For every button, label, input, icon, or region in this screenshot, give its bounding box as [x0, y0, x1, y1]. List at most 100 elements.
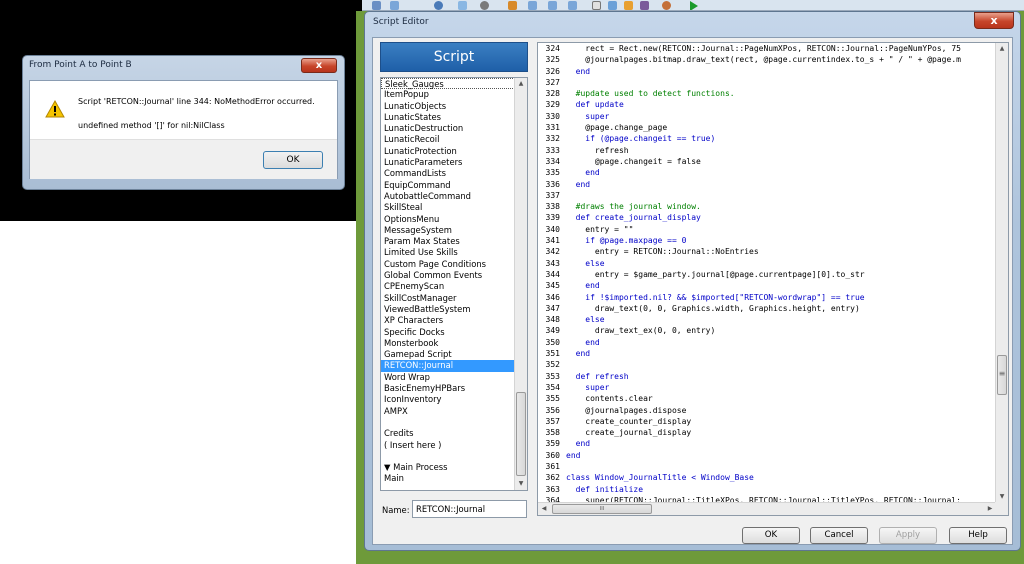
- circle-icon[interactable]: [434, 1, 443, 10]
- script-list-item[interactable]: LunaticRecoil: [381, 134, 515, 145]
- script-list-item[interactable]: SkillSteal: [381, 202, 515, 213]
- script-list-item[interactable]: LunaticParameters: [381, 157, 515, 168]
- script-list[interactable]: Sleek_Gauges ItemPopup LunaticObjects Lunat…: [380, 77, 528, 491]
- script-list-item[interactable]: [381, 417, 515, 428]
- code-line: 340 entry = "": [538, 224, 996, 235]
- script-list-scroll-thumb[interactable]: [516, 392, 526, 476]
- code-vertical-scrollbar[interactable]: ▲ ≡ ▼: [995, 43, 1008, 503]
- sound-test-icon[interactable]: [640, 1, 649, 10]
- script-list-item[interactable]: AMPX: [381, 406, 515, 417]
- script-list-item[interactable]: LunaticDestruction: [381, 123, 515, 134]
- save-icon[interactable]: [372, 1, 381, 10]
- playtest-icon[interactable]: [690, 1, 698, 10]
- apply-button[interactable]: Apply: [879, 527, 937, 544]
- line-number: 325: [545, 55, 560, 65]
- script-list-item[interactable]: Gamepad Script: [381, 349, 515, 360]
- script-list-item[interactable]: LunaticProtection: [381, 146, 515, 157]
- error-dialog-close-button[interactable]: x: [301, 58, 337, 73]
- warning-icon: [45, 100, 65, 118]
- code-line: 350 end: [538, 337, 996, 348]
- script-list-item[interactable]: MessageSystem: [381, 225, 515, 236]
- line-number: 362: [545, 473, 560, 483]
- code-scroll-left-arrow-icon[interactable]: ◀: [538, 503, 550, 515]
- pen-icon[interactable]: [458, 1, 467, 10]
- script-list-item[interactable]: CommandLists: [381, 168, 515, 179]
- code-line: 354 super: [538, 382, 996, 393]
- script-list-item[interactable]: EquipCommand: [381, 180, 515, 191]
- line-number: 332: [545, 134, 560, 144]
- script-list-item[interactable]: IconInventory: [381, 394, 515, 405]
- script-list-scrollbar[interactable]: ▲ ▼: [514, 78, 527, 490]
- script-editor-close-button[interactable]: x: [974, 12, 1014, 29]
- code-line: 335 end: [538, 167, 996, 178]
- code-text: def create_journal_display: [566, 213, 701, 223]
- script-list-item[interactable]: LunaticObjects: [381, 101, 515, 112]
- script-list-item[interactable]: Monsterbook: [381, 338, 515, 349]
- script-list-item[interactable]: ( Insert here ): [381, 440, 515, 451]
- code-text: if @page.maxpage == 0: [566, 236, 687, 246]
- script-list-item[interactable]: XP Characters: [381, 315, 515, 326]
- script-list-item[interactable]: ▼ Main Process: [381, 462, 515, 473]
- zoom-icon[interactable]: [508, 1, 517, 10]
- code-text: contents.clear: [566, 394, 653, 404]
- scroll-down-arrow-icon[interactable]: ▼: [515, 478, 527, 490]
- script-list-item[interactable]: Specific Docks: [381, 327, 515, 338]
- help-button[interactable]: Help: [949, 527, 1007, 544]
- code-line: 359 end: [538, 438, 996, 449]
- error-dialog-button-area: OK: [30, 139, 337, 179]
- code-text: else: [566, 258, 605, 268]
- script-list-item[interactable]: ViewedBattleSystem: [381, 304, 515, 315]
- fill-icon[interactable]: [480, 1, 489, 10]
- script-list-item[interactable]: Param Max States: [381, 236, 515, 247]
- script-list-item[interactable]: Sleek_Gauges: [381, 78, 515, 90]
- zoom-quarter-icon[interactable]: [548, 1, 557, 10]
- script-list-item[interactable]: Custom Page Conditions: [381, 259, 515, 270]
- line-number: 354: [545, 382, 560, 392]
- character-icon[interactable]: [662, 1, 671, 10]
- code-line: 342 entry = RETCON::Journal::NoEntries: [538, 246, 996, 257]
- line-number: 358: [545, 428, 560, 438]
- code-horizontal-scrollbar[interactable]: ◀ III ▶: [538, 502, 996, 515]
- code-text: else: [566, 315, 605, 325]
- script-list-item[interactable]: RETCON::Journal: [381, 360, 515, 372]
- code-vertical-scroll-thumb[interactable]: ≡: [997, 355, 1007, 395]
- script-list-item[interactable]: OptionsMenu: [381, 214, 515, 225]
- script-list-item[interactable]: ItemPopup: [381, 89, 515, 100]
- script-editor-icon[interactable]: [624, 1, 633, 10]
- name-label: Name:: [382, 505, 410, 515]
- code-text: #draws the journal window.: [566, 202, 701, 212]
- script-list-item[interactable]: Global Common Events: [381, 270, 515, 281]
- script-list-item[interactable]: Word Wrap: [381, 372, 515, 383]
- resource-icon[interactable]: [608, 1, 617, 10]
- script-list-item[interactable]: SkillCostManager: [381, 293, 515, 304]
- layer-icon[interactable]: [390, 1, 399, 10]
- ok-button[interactable]: OK: [742, 527, 800, 544]
- code-line: 325 @journalpages.bitmap.draw_text(rect,…: [538, 54, 996, 65]
- code-line: 353 def refresh: [538, 371, 996, 382]
- code-text: refresh: [566, 145, 629, 155]
- script-list-item[interactable]: Main: [381, 473, 515, 484]
- code-editor[interactable]: 324 rect = Rect.new(RETCON::Journal::Pag…: [537, 42, 1009, 516]
- code-scroll-up-arrow-icon[interactable]: ▲: [996, 43, 1008, 55]
- zoom-eighth-icon[interactable]: [568, 1, 577, 10]
- script-name-input[interactable]: RETCON::Journal: [412, 500, 527, 518]
- cancel-button[interactable]: Cancel: [810, 527, 868, 544]
- script-list-item[interactable]: Limited Use Skills: [381, 247, 515, 258]
- zoom-half-icon[interactable]: [528, 1, 537, 10]
- line-number: 341: [545, 236, 560, 246]
- script-list-item[interactable]: LunaticStates: [381, 112, 515, 123]
- code-horizontal-scroll-thumb[interactable]: III: [552, 504, 652, 514]
- line-number: 355: [545, 394, 560, 404]
- scroll-up-arrow-icon[interactable]: ▲: [515, 78, 527, 90]
- error-ok-button[interactable]: OK: [263, 151, 323, 169]
- script-list-item[interactable]: BasicEnemyHPBars: [381, 383, 515, 394]
- line-number: 352: [545, 360, 560, 370]
- code-text: draw_text(0, 0, Graphics.width, Graphics…: [566, 303, 860, 313]
- script-list-item[interactable]: CPEnemyScan: [381, 281, 515, 292]
- script-header: Script: [380, 42, 528, 72]
- database-icon[interactable]: [592, 1, 601, 10]
- script-list-item[interactable]: Credits: [381, 428, 515, 439]
- script-list-item[interactable]: [381, 451, 515, 462]
- script-list-item[interactable]: AutobattleCommand: [381, 191, 515, 202]
- code-line: 329 def update: [538, 99, 996, 110]
